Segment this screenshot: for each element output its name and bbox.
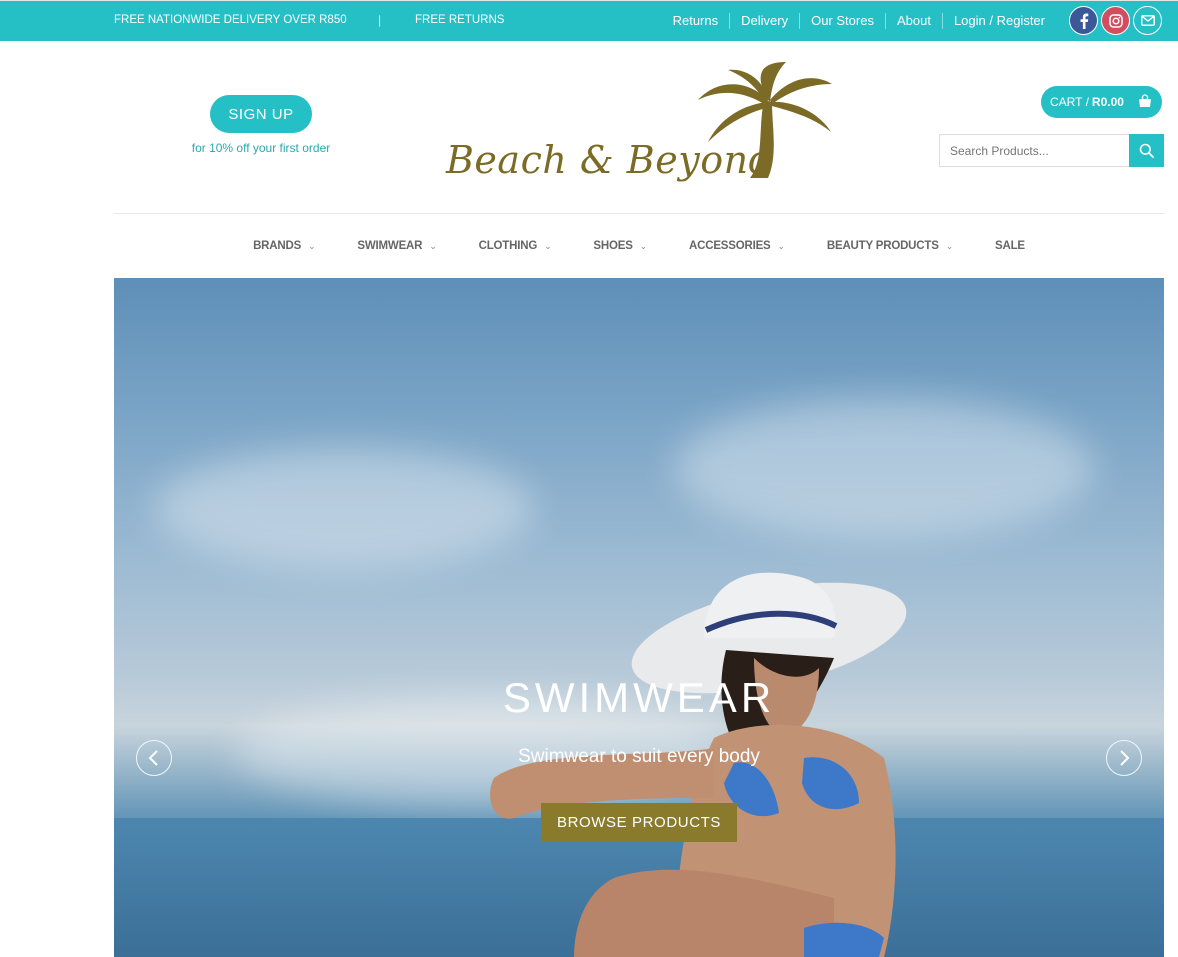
- delivery-message: FREE NATIONWIDE DELIVERY OVER R850: [114, 14, 347, 26]
- instagram-icon[interactable]: [1101, 6, 1130, 35]
- top-nav: Returns Delivery Our Stores About Login …: [662, 13, 1056, 29]
- top-link-our-stores[interactable]: Our Stores: [799, 13, 885, 29]
- facebook-icon[interactable]: [1069, 6, 1098, 35]
- hero-model-image: [490, 572, 907, 957]
- nav-label: ACCESSORIES: [689, 240, 771, 252]
- hero-slider: SWIMWEAR Swimwear to suit every body BRO…: [114, 278, 1164, 957]
- chevron-down-icon: ⌄: [777, 240, 786, 251]
- cart-label: CART /: [1050, 95, 1089, 109]
- search-button[interactable]: [1129, 134, 1164, 167]
- signup-button[interactable]: SIGN UP: [210, 95, 312, 133]
- site-logo[interactable]: Beach & Beyond: [446, 60, 836, 200]
- hero-title: SWIMWEAR: [502, 674, 776, 721]
- top-link-delivery[interactable]: Delivery: [729, 13, 799, 29]
- browse-products-button[interactable]: BROWSE PRODUCTS: [541, 803, 737, 842]
- nav-item-swimwear[interactable]: SWIMWEAR ⌄: [357, 240, 436, 252]
- nav-label: BEAUTY PRODUCTS: [826, 240, 939, 252]
- email-icon[interactable]: [1133, 6, 1162, 35]
- slider-next-button[interactable]: [1106, 740, 1142, 776]
- logo-text: Beach & Beyond: [446, 138, 774, 182]
- shopping-bag-icon: [1139, 94, 1151, 107]
- nav-label: SHOES: [593, 240, 633, 252]
- nav-label: SALE: [995, 240, 1025, 252]
- top-bar: FREE NATIONWIDE DELIVERY OVER R850 | FRE…: [0, 0, 1178, 41]
- nav-label: BRANDS: [253, 240, 302, 252]
- chevron-down-icon: ⌄: [308, 240, 316, 251]
- signup-offer-text: for 10% off your first order: [191, 141, 331, 155]
- slider-prev-button[interactable]: [136, 740, 172, 776]
- nav-item-sale[interactable]: SALE: [995, 240, 1025, 252]
- nav-label: SWIMWEAR: [357, 240, 423, 252]
- cart-amount: R0.00: [1091, 95, 1124, 109]
- nav-label: CLOTHING: [478, 240, 538, 252]
- chevron-down-icon: ⌄: [945, 240, 954, 251]
- nav-item-beauty-products[interactable]: BEAUTY PRODUCTS ⌄: [827, 240, 953, 252]
- cart-button[interactable]: CART / R0.00: [1041, 86, 1162, 118]
- hero-subtitle: Swimwear to suit every body: [518, 746, 760, 767]
- chevron-right-icon: [1120, 750, 1130, 766]
- nav-item-accessories[interactable]: ACCESSORIES ⌄: [689, 240, 785, 252]
- top-link-about[interactable]: About: [884, 13, 942, 29]
- nav-item-brands[interactable]: BRANDS ⌄: [253, 240, 316, 252]
- top-link-returns[interactable]: Returns: [662, 13, 730, 29]
- chevron-left-icon: [148, 750, 158, 766]
- main-nav: BRANDS ⌄ SWIMWEAR ⌄ CLOTHING ⌄ SHOES ⌄ ACCES…: [114, 214, 1164, 278]
- chevron-down-icon: ⌄: [544, 240, 552, 251]
- free-returns-message: FREE RETURNS: [415, 14, 505, 26]
- nav-item-clothing[interactable]: CLOTHING ⌄: [479, 240, 552, 252]
- chevron-down-icon: ⌄: [429, 240, 437, 251]
- search-input[interactable]: [939, 134, 1130, 167]
- chevron-down-icon: ⌄: [639, 240, 648, 251]
- topbar-separator: |: [378, 13, 382, 27]
- nav-item-shoes[interactable]: SHOES ⌄: [593, 240, 647, 252]
- top-link-login-register[interactable]: Login / Register: [941, 13, 1056, 29]
- search-icon: [1139, 143, 1154, 158]
